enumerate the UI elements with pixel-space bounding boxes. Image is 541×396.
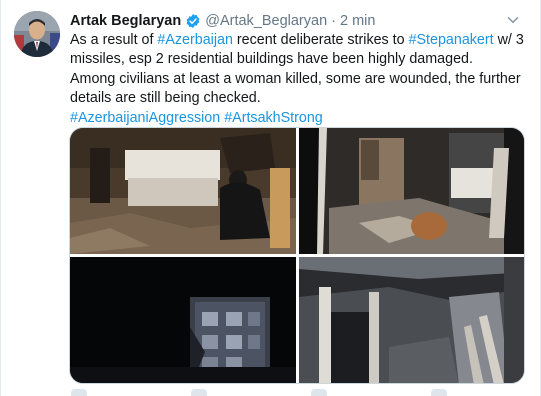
photo-4[interactable] — [299, 257, 524, 383]
like-icon[interactable] — [311, 389, 327, 396]
photo-2[interactable] — [299, 128, 524, 254]
tweet-text-line: #AzerbaijaniAggression #ArtsakhStrong — [70, 109, 526, 128]
tweet-card[interactable]: Artak Beglaryan @Artak_Beglaryan · 2 min… — [0, 0, 541, 396]
tweet-text-line: As a result of #Azerbaijan recent delibe… — [70, 31, 526, 50]
reply-icon[interactable] — [71, 389, 87, 396]
hashtag-link[interactable]: #Stepanakert — [409, 32, 494, 48]
tweet-text-line: missiles, esp 2 residential buildings ha… — [70, 50, 526, 69]
retweet-icon[interactable] — [191, 389, 207, 396]
tweet-timestamp[interactable]: 2 min — [340, 13, 375, 29]
share-icon[interactable] — [431, 389, 447, 396]
chevron-down-icon[interactable] — [506, 13, 520, 27]
tweet-text-segment: w/ 3 — [493, 32, 524, 48]
tweet-text-segment: missiles, esp 2 residential buildings ha… — [70, 51, 473, 68]
tweet-text-segment: As a result of — [70, 32, 158, 48]
tweet-text-segment: Among civilians at least a woman killed,… — [70, 70, 521, 87]
tweet-text-line: Among civilians at least a woman killed,… — [70, 70, 526, 89]
author-avatar[interactable] — [14, 11, 60, 57]
tweet-header: Artak Beglaryan @Artak_Beglaryan · 2 min — [70, 11, 375, 31]
tweet-text: As a result of #Azerbaijan recent delibe… — [70, 31, 526, 128]
media-grid — [69, 127, 525, 384]
photo-1[interactable] — [70, 128, 296, 254]
author-handle[interactable]: @Artak_Beglaryan — [205, 13, 327, 29]
hashtag-link[interactable]: #ArtsakhStrong — [224, 110, 323, 126]
tweet-text-segment: recent deliberate strikes to — [232, 32, 409, 48]
separator-dot: · — [331, 13, 336, 29]
tweet-text-line: details are still being checked. — [70, 89, 526, 108]
hashtag-link[interactable]: #Azerbaijan — [157, 32, 233, 48]
hashtag-link[interactable]: #AzerbaijaniAggression — [70, 110, 220, 126]
photo-3[interactable] — [70, 257, 296, 383]
author-name[interactable]: Artak Beglaryan — [70, 13, 181, 29]
tweet-text-segment: details are still being checked. — [70, 90, 261, 107]
verified-badge-icon — [185, 13, 201, 29]
